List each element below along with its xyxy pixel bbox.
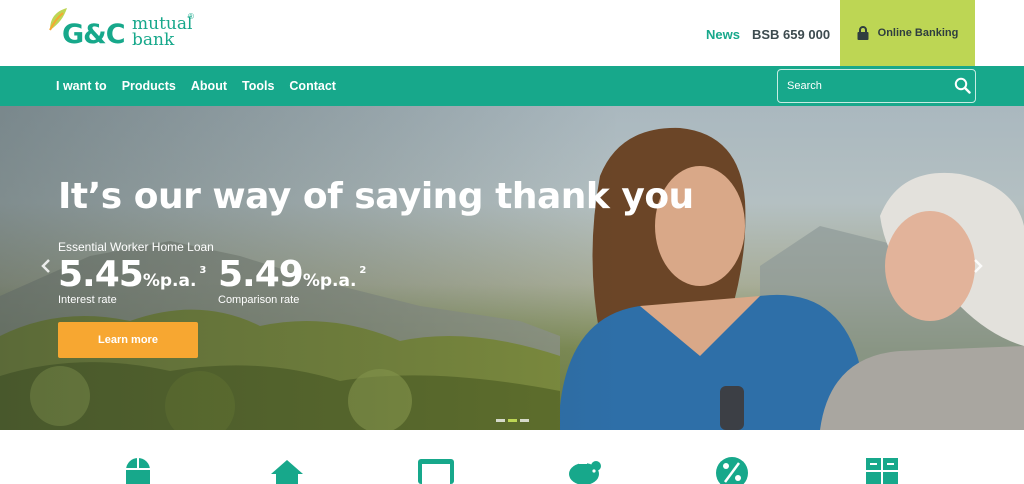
nav-menu: I want to Products About Tools Contact bbox=[56, 66, 336, 106]
chevron-left-icon[interactable] bbox=[40, 258, 52, 274]
online-banking-label: Online Banking bbox=[877, 27, 959, 39]
learn-more-button[interactable]: Learn more bbox=[58, 322, 198, 358]
piggy-bank-icon[interactable] bbox=[566, 456, 602, 484]
interest-rate-figure: 5.45%p.a.3 bbox=[58, 256, 206, 294]
chevron-right-icon[interactable] bbox=[972, 258, 984, 274]
lock-icon bbox=[857, 26, 869, 40]
site-header: G&C mutual bank ® News BSB 659 000 Onlin… bbox=[0, 0, 1024, 66]
interest-rate-unit: %p.a. bbox=[142, 271, 197, 291]
logo-word-bank: bank bbox=[132, 30, 175, 50]
hero-banner: It’s our way of saying thank you Essenti… bbox=[0, 106, 1024, 430]
carousel-dot-2[interactable] bbox=[508, 419, 517, 422]
hero-product-name: Essential Worker Home Loan bbox=[58, 240, 214, 254]
comparison-rate-value: 5.49 bbox=[218, 254, 304, 295]
nav-item-i-want-to[interactable]: I want to bbox=[56, 79, 107, 93]
calculator-icon[interactable] bbox=[864, 456, 900, 484]
interest-rate-label: Interest rate bbox=[58, 294, 117, 306]
mouse-icon[interactable] bbox=[120, 456, 156, 484]
carousel-dots bbox=[496, 419, 529, 422]
house-icon[interactable] bbox=[269, 456, 305, 484]
nav-item-contact[interactable]: Contact bbox=[289, 79, 336, 93]
brand-logo[interactable]: G&C mutual bank ® bbox=[48, 8, 198, 58]
search-icon[interactable] bbox=[954, 77, 971, 94]
logo-initials: G&C bbox=[62, 19, 126, 50]
nav-item-about[interactable]: About bbox=[191, 79, 227, 93]
comparison-rate-label: Comparison rate bbox=[218, 294, 300, 306]
credit-card-icon[interactable] bbox=[418, 456, 454, 484]
nav-item-products[interactable]: Products bbox=[122, 79, 176, 93]
online-banking-button[interactable]: Online Banking bbox=[840, 0, 975, 66]
carousel-dot-3[interactable] bbox=[520, 419, 529, 422]
search-box bbox=[777, 69, 976, 103]
carousel-dot-1[interactable] bbox=[496, 419, 505, 422]
comparison-rate-footnote[interactable]: 2 bbox=[359, 265, 366, 276]
interest-rate-block: 5.45%p.a.3 Interest rate bbox=[58, 256, 206, 307]
feature-links bbox=[0, 430, 1024, 484]
comparison-rate-unit: %p.a. bbox=[302, 271, 357, 291]
main-nav: I want to Products About Tools Contact bbox=[0, 66, 1024, 106]
bsb-number: BSB 659 000 bbox=[752, 27, 831, 42]
nav-item-tools[interactable]: Tools bbox=[242, 79, 274, 93]
news-link[interactable]: News bbox=[706, 27, 740, 42]
interest-rate-value: 5.45 bbox=[58, 254, 144, 295]
comparison-rate-figure: 5.49%p.a.2 bbox=[218, 256, 366, 294]
registered-mark: ® bbox=[188, 12, 194, 21]
search-input[interactable] bbox=[787, 78, 947, 94]
percent-icon[interactable] bbox=[714, 456, 750, 484]
hero-headline: It’s our way of saying thank you bbox=[58, 176, 694, 217]
interest-rate-footnote[interactable]: 3 bbox=[199, 265, 206, 276]
comparison-rate-block: 5.49%p.a.2 Comparison rate bbox=[218, 256, 366, 307]
